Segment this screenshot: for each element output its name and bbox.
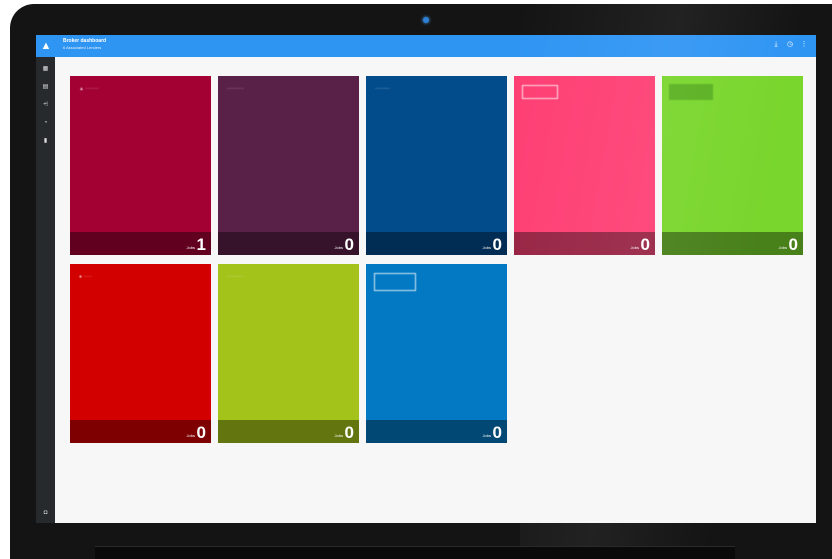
app-screen: ▲ Broker dashboard 6 Associated Lenders …	[36, 35, 816, 523]
top-bar: ▲ Broker dashboard 6 Associated Lenders …	[36, 35, 816, 57]
lender-logo: ▲ ········	[79, 86, 99, 92]
sidebar: ▦ ▤ ⩤ ◔ ▮ ◘	[36, 57, 55, 523]
tile-footer: Jobs 0	[70, 420, 211, 443]
tile-footer: Jobs 0	[366, 420, 507, 443]
lender-logo: ·········	[375, 86, 390, 92]
jobs-count: 1	[196, 235, 206, 254]
jobs-count: 0	[492, 235, 502, 254]
lender-logo	[522, 85, 558, 99]
time-icon: ◔	[43, 120, 48, 126]
jobs-label: Jobs	[186, 433, 195, 438]
lender-tile[interactable]: ·········· Jobs 0	[218, 76, 359, 255]
page-subtitle: 6 Associated Lenders	[63, 45, 102, 50]
lender-logo	[669, 84, 713, 100]
more-icon[interactable]: ⋮	[800, 39, 808, 51]
jobs-count: 0	[344, 235, 354, 254]
lender-tile[interactable]: ········· Jobs 0	[366, 76, 507, 255]
help-icon[interactable]: ◷	[786, 39, 794, 51]
tile-footer: Jobs 1	[70, 232, 211, 255]
jobs-count: 0	[196, 423, 206, 442]
lender-grid: ▲ ········ Jobs 1 ·········· Jobs 0 ····…	[55, 57, 816, 523]
jobs-count: 0	[492, 423, 502, 442]
tile-footer: Jobs 0	[366, 232, 507, 255]
lender-logo: ● ·····	[79, 274, 92, 280]
tile-footer: Jobs 0	[514, 232, 655, 255]
page-title: Broker dashboard	[63, 38, 107, 44]
jobs-label: Jobs	[630, 245, 639, 250]
dashboard-icon: ▦	[42, 66, 49, 72]
sidebar-item-reports[interactable]: ⩤	[41, 101, 50, 110]
jobs-count: 0	[640, 235, 650, 254]
sidebar-item-documents[interactable]: ▮	[41, 137, 50, 146]
tile-footer: Jobs 0	[218, 232, 359, 255]
jobs-label: Jobs	[334, 245, 343, 250]
sidebar-item-dashboard[interactable]: ▦	[41, 65, 50, 74]
lenders-icon: ▤	[42, 84, 49, 90]
lender-logo: ··········	[227, 274, 244, 280]
lender-tile[interactable]: ● ····· Jobs 0	[70, 264, 211, 443]
tile-footer: Jobs 0	[662, 232, 803, 255]
webcam	[423, 17, 429, 23]
sidebar-item-lenders[interactable]: ▤	[41, 83, 50, 92]
jobs-label: Jobs	[334, 433, 343, 438]
lender-tile[interactable]: ·········· Jobs 0	[218, 264, 359, 443]
laptop-base	[95, 546, 735, 559]
download-icon[interactable]: ⤓	[772, 39, 780, 51]
lender-logo	[374, 273, 416, 291]
sidebar-item-logout[interactable]: ◘	[41, 509, 50, 518]
jobs-count: 0	[788, 235, 798, 254]
jobs-label: Jobs	[778, 245, 787, 250]
sidebar-item-time[interactable]: ◔	[41, 119, 50, 128]
jobs-label: Jobs	[482, 245, 491, 250]
lender-tile[interactable]: Jobs 0	[514, 76, 655, 255]
app-logo-icon[interactable]: ▲	[40, 39, 52, 53]
lender-logo: ··········	[227, 86, 244, 92]
lender-tile[interactable]: ▲ ········ Jobs 1	[70, 76, 211, 255]
lender-tile[interactable]: Jobs 0	[662, 76, 803, 255]
logout-icon: ◘	[43, 510, 48, 516]
jobs-count: 0	[344, 423, 354, 442]
document-icon: ▮	[43, 138, 48, 144]
top-actions: ⤓ ◷ ⋮	[772, 39, 808, 51]
lender-tile[interactable]: Jobs 0	[366, 264, 507, 443]
jobs-label: Jobs	[186, 245, 195, 250]
tile-footer: Jobs 0	[218, 420, 359, 443]
jobs-label: Jobs	[482, 433, 491, 438]
reports-icon: ⩤	[43, 102, 48, 108]
